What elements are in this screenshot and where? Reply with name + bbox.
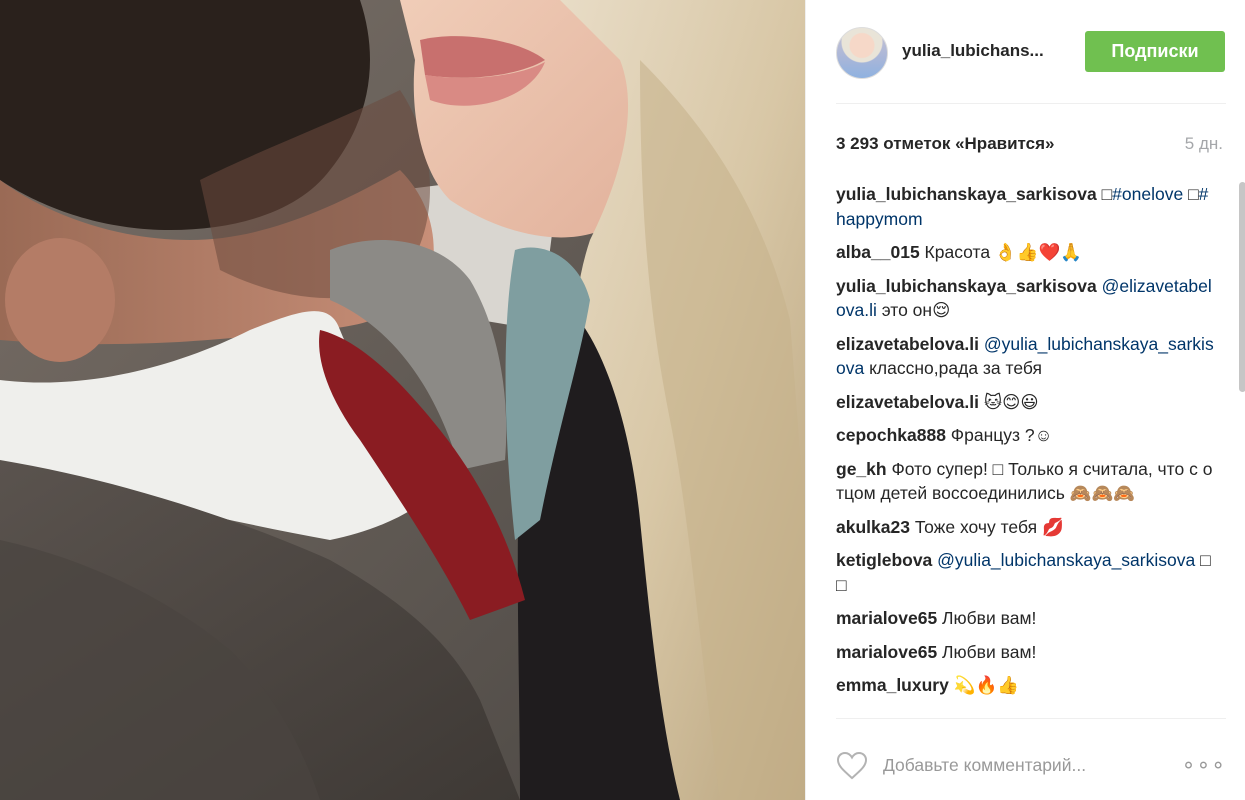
comment-text: Любви вам! — [937, 608, 1037, 628]
comment-author[interactable]: cepochka888 — [836, 425, 946, 445]
comment-item: elizavetabelova.li 🐱😊😃 — [836, 390, 1216, 415]
post-photo[interactable] — [0, 0, 805, 800]
comment-author[interactable]: yulia_lubichanskaya_sarkisova — [836, 276, 1097, 296]
comment-text: это он😌 — [876, 300, 951, 320]
author-username[interactable]: yulia_lubichans... — [902, 41, 1044, 61]
comment-text: Красота 👌👍❤️🙏 — [919, 242, 1083, 262]
author-avatar[interactable] — [836, 27, 888, 79]
comment-author[interactable]: elizavetabelova.li — [836, 392, 979, 412]
comment-item: ge_kh Фото супер! □ Только я считала, чт… — [836, 457, 1216, 506]
comment-item: akulka23 Тоже хочу тебя 💋 — [836, 515, 1216, 540]
post-header: yulia_lubichans... Подписки — [836, 0, 1226, 104]
comment-item: alba__015 Красота 👌👍❤️🙏 — [836, 240, 1216, 265]
heart-icon[interactable] — [836, 751, 868, 781]
comment-text: □ — [1096, 184, 1113, 204]
comment-item: cepochka888 Француз ?☺ — [836, 423, 1216, 448]
follow-button[interactable]: Подписки — [1085, 31, 1225, 72]
post-timestamp[interactable]: 5 дн. — [1185, 134, 1223, 154]
comment-item: emma_luxury 💫🔥👍 — [836, 673, 1216, 698]
comment-author[interactable]: ge_kh — [836, 459, 887, 479]
comment-author[interactable]: marialove65 — [836, 608, 937, 628]
comments-list[interactable]: yulia_lubichanskaya_sarkisova □#onelove … — [836, 182, 1216, 718]
comment-item: ketiglebova @yulia_lubichanskaya_sarkiso… — [836, 548, 1216, 597]
comment-author[interactable]: emma_luxury — [836, 675, 949, 695]
comment-text: Француз ?☺ — [945, 425, 1053, 445]
comments-scrollbar[interactable] — [1239, 182, 1245, 392]
comment-author[interactable]: akulka23 — [836, 517, 910, 537]
comment-text: 🐱😊😃 — [979, 391, 1039, 412]
comment-author[interactable]: ketiglebova — [836, 550, 932, 570]
comment-text: Любви вам! — [937, 641, 1037, 662]
likes-row: 3 293 отметок «Нравится» 5 дн. — [836, 104, 1226, 166]
likes-count[interactable]: 3 293 отметок «Нравится» — [836, 134, 1054, 154]
comment-text: □ — [1183, 184, 1199, 204]
comment-text: классно,рада за тебя — [864, 358, 1042, 378]
comment-item: yulia_lubichanskaya_sarkisova @elizaveta… — [836, 274, 1216, 323]
comment-item: marialove65 Любви вам! — [836, 640, 1216, 665]
post-footer: ∘∘∘ — [836, 718, 1226, 800]
comment-item: yulia_lubichanskaya_sarkisova □#onelove … — [836, 182, 1216, 231]
comment-item: elizavetabelova.li @yulia_lubichanskaya_… — [836, 332, 1216, 381]
post-side-panel: yulia_lubichans... Подписки 3 293 отмето… — [805, 0, 1245, 800]
comment-text: Тоже хочу тебя 💋 — [909, 516, 1064, 537]
comment-item: marialove65 Любви вам! — [836, 606, 1216, 631]
more-options-icon[interactable]: ∘∘∘ — [1182, 754, 1226, 776]
comment-author[interactable]: yulia_lubichanskaya_sarkisova — [836, 184, 1097, 204]
comment-mention-link[interactable]: #onelove — [1112, 184, 1183, 204]
photo-image — [0, 0, 805, 800]
comment-author[interactable]: alba__015 — [836, 242, 920, 262]
comment-text: 💫🔥👍 — [948, 675, 1020, 695]
comment-author[interactable]: marialove65 — [836, 642, 937, 662]
comment-author[interactable]: elizavetabelova.li — [836, 334, 979, 354]
comment-mention-link[interactable]: @yulia_lubichanskaya_sarkisova — [937, 550, 1195, 570]
comment-text: Фото супер! □ Только я считала, что с от… — [836, 458, 1213, 504]
comment-input[interactable] — [883, 750, 1173, 780]
